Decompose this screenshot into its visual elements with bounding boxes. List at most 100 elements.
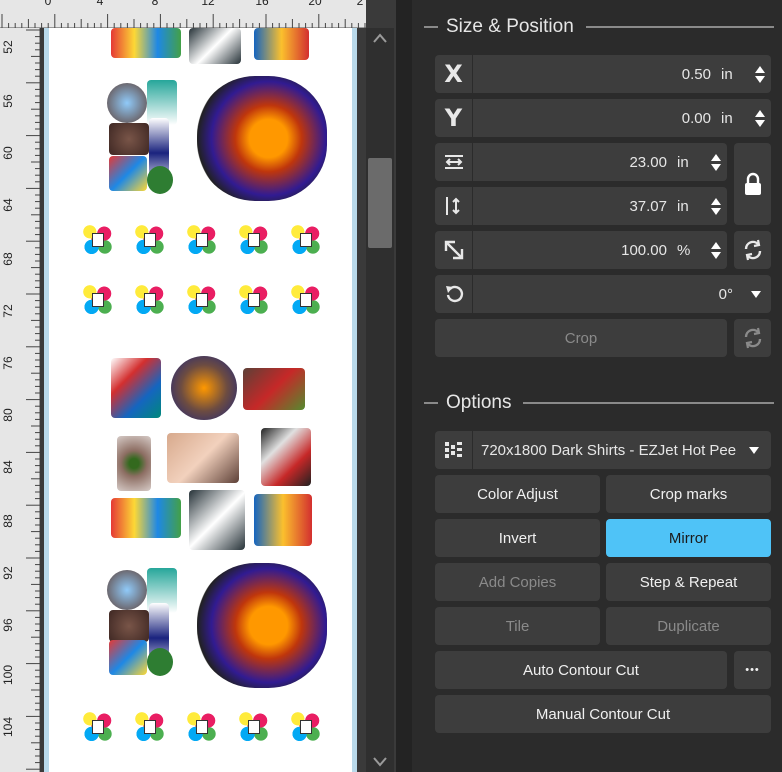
y-value[interactable]: 0.00	[473, 110, 721, 127]
preset-value: 720x1800 Dark Shirts - EZJet Hot Pee...	[481, 441, 737, 459]
color-adjust-button[interactable]: Color Adjust	[435, 475, 600, 513]
preset-chevron[interactable]	[737, 446, 771, 454]
print-sheet[interactable]	[44, 28, 357, 772]
basketball-image[interactable]	[171, 356, 237, 420]
increment-icon[interactable]	[711, 241, 721, 249]
splash-sticker[interactable]	[287, 221, 323, 257]
print-canvas-area[interactable]: 0 4 8 12 16 20 2 52 56 60 64 68 72 76 80…	[0, 0, 396, 772]
aspect-lock-button[interactable]	[734, 143, 771, 225]
y-stepper[interactable]	[749, 109, 771, 127]
auto-contour-cut-button[interactable]: Auto Contour Cut	[435, 651, 727, 689]
rotation-value[interactable]: 0°	[473, 286, 741, 303]
height-field[interactable]: 37.07 in	[435, 187, 727, 225]
splash-sticker[interactable]	[287, 281, 323, 317]
scale-stepper[interactable]	[705, 241, 727, 259]
x-position-field[interactable]: X 0.50 in	[435, 55, 771, 93]
preset-dropdown[interactable]: 720x1800 Dark Shirts - EZJet Hot Pee...	[435, 431, 771, 469]
astronaut-artwork[interactable]	[197, 563, 327, 688]
sticker-image[interactable]	[254, 494, 312, 546]
splash-sticker[interactable]	[183, 281, 219, 317]
splash-sticker[interactable]	[131, 281, 167, 317]
snowboarder-image[interactable]	[111, 358, 161, 418]
horizontal-ruler: 0 4 8 12 16 20 2	[0, 0, 366, 28]
astronaut-artwork[interactable]	[197, 76, 327, 201]
sticker-image[interactable]	[147, 648, 173, 676]
tomatoes-image[interactable]	[243, 368, 305, 410]
size-position-header[interactable]: Size & Position	[424, 13, 774, 41]
rotation-field[interactable]: 0°	[435, 275, 771, 313]
decrement-icon[interactable]	[711, 163, 721, 171]
mirror-button[interactable]: Mirror	[606, 519, 771, 557]
x-stepper[interactable]	[749, 65, 771, 83]
more-options-button[interactable]: •••	[734, 651, 771, 689]
sticker-image[interactable]	[109, 640, 147, 675]
height-value[interactable]: 37.07	[473, 198, 677, 215]
increment-icon[interactable]	[755, 65, 765, 73]
tile-button[interactable]: Tile	[435, 607, 600, 645]
splash-sticker[interactable]	[183, 708, 219, 744]
splash-sticker[interactable]	[131, 708, 167, 744]
y-axis-icon: Y	[435, 99, 473, 137]
rotation-dropdown[interactable]	[741, 290, 771, 298]
crop-button[interactable]: Crop	[435, 319, 727, 357]
increment-icon[interactable]	[711, 197, 721, 205]
chevron-down-icon[interactable]	[749, 446, 759, 454]
sticker-image[interactable]	[111, 498, 181, 538]
splash-sticker[interactable]	[79, 708, 115, 744]
panel-splitter[interactable]	[396, 0, 412, 772]
scrollbar-thumb[interactable]	[368, 158, 392, 248]
splash-sticker[interactable]	[79, 281, 115, 317]
sticker-image[interactable]	[107, 83, 147, 123]
options-header[interactable]: Options	[424, 389, 774, 417]
increment-icon[interactable]	[755, 109, 765, 117]
splash-sticker[interactable]	[79, 221, 115, 257]
invert-button[interactable]: Invert	[435, 519, 600, 557]
width-stepper[interactable]	[705, 153, 727, 171]
y-position-field[interactable]: Y 0.00 in	[435, 99, 771, 137]
splash-sticker[interactable]	[235, 221, 271, 257]
height-unit: in	[677, 197, 689, 215]
decrement-icon[interactable]	[711, 207, 721, 215]
splash-sticker[interactable]	[287, 708, 323, 744]
width-unit: in	[677, 153, 689, 171]
x-value[interactable]: 0.50	[473, 66, 721, 83]
scale-field[interactable]: 100.00 %	[435, 231, 727, 269]
splash-sticker[interactable]	[183, 221, 219, 257]
splash-sticker[interactable]	[235, 281, 271, 317]
increment-icon[interactable]	[711, 153, 721, 161]
splash-sticker[interactable]	[131, 221, 167, 257]
width-field[interactable]: 23.00 in	[435, 143, 727, 181]
reset-scale-button[interactable]	[734, 231, 771, 269]
reset-crop-button[interactable]	[734, 319, 771, 357]
sticker-image[interactable]	[109, 610, 149, 642]
portrait-image[interactable]	[167, 433, 239, 483]
eye-image[interactable]	[117, 436, 151, 491]
add-copies-button[interactable]: Add Copies	[435, 563, 600, 601]
decrement-icon[interactable]	[755, 75, 765, 83]
height-stepper[interactable]	[705, 197, 727, 215]
manual-contour-cut-button[interactable]: Manual Contour Cut	[435, 695, 771, 733]
sticker-image[interactable]	[109, 123, 149, 155]
sticker-image[interactable]	[189, 28, 241, 64]
scale-value[interactable]: 100.00	[473, 242, 677, 259]
vertical-scrollbar[interactable]	[366, 28, 394, 772]
scroll-down-icon[interactable]	[370, 754, 390, 770]
chevron-down-icon[interactable]	[751, 290, 761, 298]
splash-sticker[interactable]	[235, 708, 271, 744]
sticker-image[interactable]	[189, 490, 245, 550]
sticker-image[interactable]	[261, 428, 311, 486]
ruler-label: 76	[1, 356, 15, 370]
sticker-image[interactable]	[111, 28, 181, 58]
sticker-image[interactable]	[147, 166, 173, 194]
decrement-icon[interactable]	[711, 251, 721, 259]
duplicate-button[interactable]: Duplicate	[606, 607, 771, 645]
sticker-image[interactable]	[107, 570, 147, 610]
ruler-label: 88	[1, 514, 15, 528]
width-value[interactable]: 23.00	[473, 154, 677, 171]
sticker-image[interactable]	[254, 28, 309, 60]
decrement-icon[interactable]	[755, 119, 765, 127]
sticker-image[interactable]	[109, 156, 147, 191]
scroll-up-icon[interactable]	[370, 30, 390, 46]
step-repeat-button[interactable]: Step & Repeat	[606, 563, 771, 601]
crop-marks-button[interactable]: Crop marks	[606, 475, 771, 513]
